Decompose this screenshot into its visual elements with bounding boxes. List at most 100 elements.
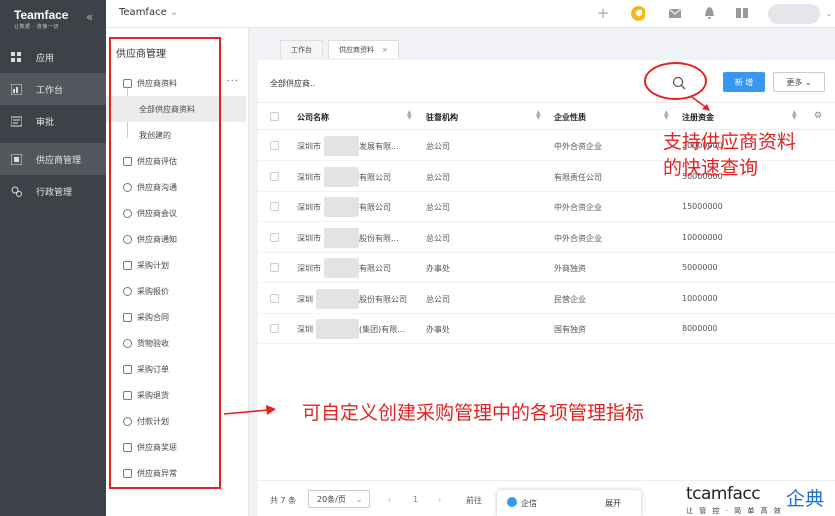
tab-label: 供应商资料 — [339, 45, 374, 54]
brand-subtitle: 让数据 · 连接一切 — [14, 24, 59, 30]
table-row[interactable]: 深圳 (集团)有限... 办事处 国有独资 8000000 — [258, 314, 835, 344]
capital-cell: 8000000 — [682, 324, 718, 333]
company-prefix: 深圳市 — [297, 172, 321, 182]
org-cell: 总公司 — [426, 294, 450, 304]
plus-icon[interactable]: + — [596, 4, 610, 22]
workspace-title: Teamface — [119, 7, 167, 18]
prev-page-icon[interactable]: ‹ — [388, 495, 391, 504]
column-header-company[interactable]: 公司名称 — [297, 112, 329, 123]
org-cell: 总公司 — [426, 142, 450, 151]
redacted-block — [324, 166, 359, 187]
bell-icon[interactable] — [702, 6, 716, 20]
table-header: 公司名称 ▲ ▼ 驻督机构 ▲ ▼ 企业性质 ▲ ▼ 注册资金 ▲ ▼ ⚙ — [258, 102, 835, 130]
expand-label[interactable]: 展开 — [605, 498, 621, 509]
teamface-logo: tcamfacc 企典 让 管 控 · 简 单 高 效 — [686, 484, 835, 516]
tab-label: 工作台 — [291, 45, 312, 54]
redacted-block — [316, 319, 359, 339]
redacted-block — [316, 288, 359, 309]
top-bar: Teamface ⌄ + ⌄ — [106, 0, 835, 28]
table-row[interactable]: 深圳 股份有限公司 总公司 民营企业 1000000 — [258, 284, 835, 314]
capital-cell: 1000000 — [682, 293, 718, 303]
user-avatar[interactable] — [768, 4, 820, 24]
nav-item-approval[interactable]: 审批 — [0, 105, 106, 137]
table-row[interactable]: 深圳市 股份有限... 总公司 中外合资企业 10000000 — [258, 223, 835, 253]
company-suffix: 有限公司 — [359, 264, 391, 273]
row-checkbox[interactable] — [270, 263, 279, 272]
table-row[interactable]: 深圳市 有限公司 总公司 中外合资企业 15000000 — [258, 192, 835, 222]
main-nav: Teamface 让数据 · 连接一切 « 应用 工作台 审批 供应商管理 行政… — [0, 0, 106, 516]
collapse-icon[interactable]: « — [86, 10, 93, 24]
workspace-switcher[interactable]: Teamface ⌄ — [119, 7, 178, 18]
type-cell: 外商独资 — [554, 264, 586, 273]
view-title[interactable]: 全部供应商.. — [270, 78, 315, 89]
nav-item-workbench[interactable]: 工作台 — [0, 73, 106, 105]
row-checkbox[interactable] — [270, 232, 279, 242]
nav-label: 工作台 — [36, 85, 64, 96]
page-size-select[interactable]: 20条/页 ⌄ — [308, 490, 370, 508]
annotation-box — [109, 37, 221, 489]
tab-bar: 工作台 供应商资料 × — [252, 28, 835, 58]
row-checkbox[interactable] — [270, 324, 279, 333]
chevron-down-icon: ⌄ — [355, 494, 363, 504]
next-page-icon[interactable]: › — [438, 495, 441, 504]
current-page[interactable]: 1 — [413, 495, 418, 504]
nav-label: 行政管理 — [36, 187, 73, 198]
row-checkbox[interactable] — [270, 171, 279, 181]
settings-icon[interactable]: ⚙ — [814, 111, 822, 121]
org-cell: 办事处 — [426, 325, 450, 334]
chevron-down-icon[interactable]: ⌄ — [822, 6, 835, 20]
nav-label: 审批 — [36, 117, 55, 128]
nav-label: 应用 — [36, 53, 55, 64]
logo-cn-text: 企典 — [786, 488, 825, 510]
chevron-down-icon: ⌄ — [169, 7, 179, 18]
chat-bar[interactable]: 企信 展开 — [497, 490, 641, 516]
redacted-block — [324, 258, 359, 278]
admin-icon — [10, 185, 22, 197]
company-suffix: (集团)有限... — [359, 325, 405, 334]
more-button[interactable]: 更多 ⌄ — [773, 72, 825, 92]
logo-slogan: 让 管 控 · 简 单 高 效 — [686, 507, 783, 515]
type-cell: 有限责任公司 — [554, 172, 602, 182]
chevron-down-icon: ⌄ — [804, 77, 812, 87]
chat-label: 企信 — [521, 499, 537, 508]
total-count: 共 7 条 — [270, 496, 297, 505]
sort-icon[interactable]: ▲ ▼ — [536, 110, 541, 121]
column-header-type[interactable]: 企业性质 — [554, 112, 586, 123]
mail-icon[interactable] — [668, 6, 682, 20]
sort-icon[interactable]: ▲ ▼ — [407, 110, 412, 121]
annotation-arrow — [223, 405, 276, 415]
book-icon[interactable] — [735, 6, 749, 20]
annotation-line: 支持供应商资料 — [663, 131, 797, 153]
tab-workbench[interactable]: 工作台 — [280, 40, 323, 58]
sort-icon[interactable]: ▲ ▼ — [792, 110, 797, 121]
new-button[interactable]: 新 增 — [723, 72, 765, 92]
tab-supplier-info[interactable]: 供应商资料 × — [328, 40, 399, 58]
company-suffix: 发展有限... — [359, 142, 399, 151]
nav-label: 供应商管理 — [36, 155, 82, 166]
nav-item-supplier[interactable]: 供应商管理 — [0, 143, 106, 175]
table-row[interactable]: 深圳市 有限公司 办事处 外商独资 5000000 — [258, 253, 835, 283]
close-icon[interactable]: × — [382, 46, 388, 54]
page-size-value: 20条/页 — [317, 494, 346, 504]
type-cell: 中外合资企业 — [554, 203, 602, 212]
more-dots-icon[interactable]: ··· — [226, 76, 239, 87]
row-checkbox[interactable] — [270, 141, 279, 150]
type-cell: 国有独资 — [554, 325, 586, 334]
company-prefix: 深圳市 — [297, 264, 321, 273]
nav-item-admin[interactable]: 行政管理 — [0, 175, 106, 207]
company-prefix: 深圳市 — [297, 142, 321, 151]
nav-item-apps[interactable]: 应用 — [0, 41, 106, 73]
annotation-arrow — [691, 96, 710, 111]
redacted-block — [324, 197, 359, 217]
column-header-org[interactable]: 驻督机构 — [426, 112, 458, 123]
company-suffix: 有限公司 — [359, 203, 391, 212]
type-cell: 中外合资企业 — [554, 233, 602, 243]
select-all-checkbox[interactable] — [270, 112, 279, 121]
row-checkbox[interactable] — [270, 293, 279, 303]
tag-icon[interactable] — [631, 5, 645, 21]
more-label: 更多 — [786, 77, 803, 87]
supplier-icon — [10, 153, 22, 165]
row-checkbox[interactable] — [270, 202, 279, 211]
company-prefix: 深圳市 — [297, 233, 321, 243]
sort-icon[interactable]: ▲ ▼ — [664, 110, 669, 121]
